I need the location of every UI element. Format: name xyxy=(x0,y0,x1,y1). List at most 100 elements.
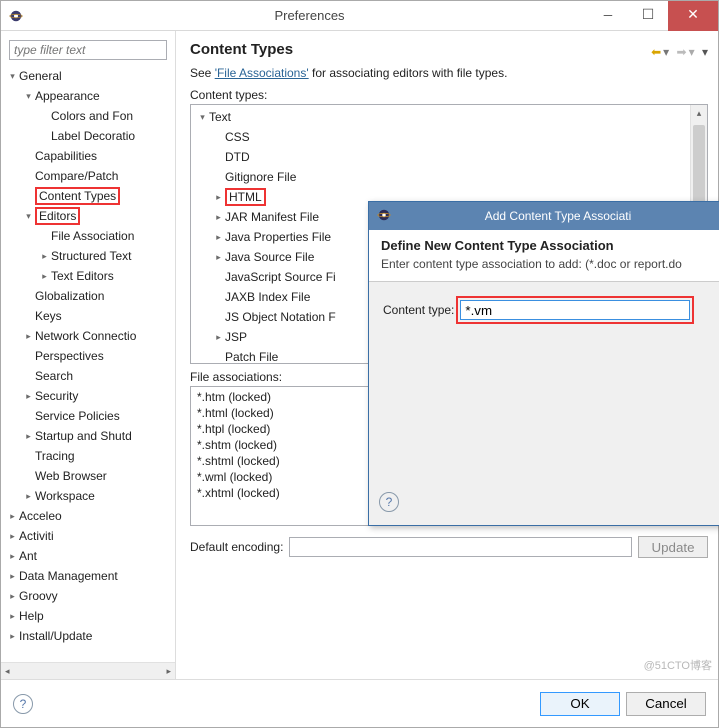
tree-item-label: Service Policies xyxy=(35,409,120,423)
chevron-right-icon[interactable]: ▸ xyxy=(213,332,224,343)
chevron-right-icon[interactable]: ▸ xyxy=(7,611,18,622)
tree-item[interactable]: Label Decoratio xyxy=(1,126,175,146)
tree-item-label: Data Management xyxy=(19,569,118,583)
h-scrollbar[interactable]: ◂▸ xyxy=(1,662,175,679)
watermark: @51CTO博客 xyxy=(644,657,712,673)
update-button[interactable]: Update xyxy=(638,536,708,558)
tree-item[interactable]: ▾Appearance xyxy=(1,86,175,106)
tree-item-label: Ant xyxy=(19,549,37,563)
tree-item[interactable]: ▾General xyxy=(1,66,175,86)
tree-item[interactable]: ▸Workspace xyxy=(1,486,175,506)
preferences-window: Preferences — ☐ ✕ ▾General▾AppearanceCol… xyxy=(0,0,719,728)
tree-item[interactable]: ▸Data Management xyxy=(1,566,175,586)
tree-item[interactable]: Colors and Fon xyxy=(1,106,175,126)
chevron-right-icon[interactable]: ▸ xyxy=(7,531,18,542)
filter-input[interactable] xyxy=(9,40,167,60)
tree-item[interactable]: ▸Groovy xyxy=(1,586,175,606)
tree-item[interactable]: ▸Install/Update xyxy=(1,626,175,646)
chevron-right-icon[interactable]: ▸ xyxy=(7,571,18,582)
content-type-label: Content type: xyxy=(383,303,454,317)
tree-item[interactable]: ▸Help xyxy=(1,606,175,626)
tree-item[interactable]: File Association xyxy=(1,226,175,246)
chevron-right-icon[interactable]: ▸ xyxy=(39,271,50,282)
chevron-right-icon[interactable]: ▸ xyxy=(39,251,50,262)
chevron-right-icon[interactable]: ▸ xyxy=(213,252,224,263)
tree-item[interactable]: ▸Network Connectio xyxy=(1,326,175,346)
chevron-down-icon[interactable]: ▾ xyxy=(23,91,34,102)
tree-item-label: DTD xyxy=(225,150,250,164)
tree-item-label: Text xyxy=(209,110,231,124)
tree-item[interactable]: ▾Text xyxy=(193,107,705,127)
category-tree[interactable]: ▾General▾AppearanceColors and FonLabel D… xyxy=(1,64,175,662)
tree-item-label: Security xyxy=(35,389,78,403)
chevron-right-icon[interactable]: ▸ xyxy=(213,192,224,203)
chevron-right-icon[interactable]: ▸ xyxy=(23,391,34,402)
tree-item[interactable]: ▸Security xyxy=(1,386,175,406)
spacer-icon xyxy=(213,152,224,163)
tree-item[interactable]: ▸Text Editors xyxy=(1,266,175,286)
spacer-icon xyxy=(23,351,34,362)
encoding-input[interactable] xyxy=(289,537,632,557)
chevron-right-icon[interactable]: ▸ xyxy=(7,511,18,522)
tree-item[interactable]: Web Browser xyxy=(1,466,175,486)
tree-item[interactable]: Keys xyxy=(1,306,175,326)
tree-item[interactable]: ▸Structured Text xyxy=(1,246,175,266)
tree-item[interactable]: DTD xyxy=(193,147,705,167)
tree-item-label: Keys xyxy=(35,309,62,323)
tree-item-label: JS Object Notation F xyxy=(225,310,336,324)
cancel-button[interactable]: Cancel xyxy=(626,692,706,716)
dialog-header: Define New Content Type Association Ente… xyxy=(369,230,719,282)
tree-item-label: General xyxy=(19,69,62,83)
tree-item[interactable]: Compare/Patch xyxy=(1,166,175,186)
content-type-input[interactable] xyxy=(460,300,690,320)
chevron-right-icon[interactable]: ▸ xyxy=(7,591,18,602)
tree-item[interactable]: Gitignore File xyxy=(193,167,705,187)
eclipse-icon xyxy=(377,208,391,225)
chevron-down-icon[interactable]: ▾ xyxy=(7,71,18,82)
tree-item[interactable]: CSS xyxy=(193,127,705,147)
tree-item[interactable]: ▸Activiti xyxy=(1,526,175,546)
tree-item[interactable]: Search xyxy=(1,366,175,386)
chevron-down-icon[interactable]: ▾ xyxy=(197,112,208,123)
maximize-button[interactable]: ☐ xyxy=(628,1,668,31)
nav-arrows: ⬅▾ ➡▾ ▾ xyxy=(651,45,708,59)
ok-button[interactable]: OK xyxy=(540,692,620,716)
chevron-right-icon[interactable]: ▸ xyxy=(213,232,224,243)
tree-item[interactable]: Service Policies xyxy=(1,406,175,426)
tree-item-label: Label Decoratio xyxy=(51,129,135,143)
menu-icon[interactable]: ▾ xyxy=(702,45,708,59)
dialog-help-icon[interactable]: ? xyxy=(379,492,399,512)
tree-item-label: Workspace xyxy=(35,489,95,503)
tree-item[interactable]: Content Types xyxy=(1,186,175,206)
tree-item-label: Network Connectio xyxy=(35,329,136,343)
tree-item[interactable]: Tracing xyxy=(1,446,175,466)
chevron-right-icon[interactable]: ▸ xyxy=(23,491,34,502)
window-title: Preferences xyxy=(31,8,588,23)
chevron-right-icon[interactable]: ▸ xyxy=(7,551,18,562)
chevron-down-icon[interactable]: ▾ xyxy=(23,211,34,222)
left-pane: ▾General▾AppearanceColors and FonLabel D… xyxy=(1,31,176,679)
chevron-right-icon[interactable]: ▸ xyxy=(23,331,34,342)
help-icon[interactable]: ? xyxy=(13,694,33,714)
tree-item[interactable]: ▸Ant xyxy=(1,546,175,566)
tree-item-label: Java Source File xyxy=(225,250,314,264)
back-icon[interactable]: ⬅ xyxy=(651,45,661,59)
tree-item-label: JAXB Index File xyxy=(225,290,310,304)
tree-item[interactable]: ▾Editors xyxy=(1,206,175,226)
spacer-icon xyxy=(23,411,34,422)
tree-item[interactable]: Globalization xyxy=(1,286,175,306)
forward-icon[interactable]: ➡ xyxy=(677,45,687,59)
tree-item-label: Acceleo xyxy=(19,509,62,523)
file-associations-link[interactable]: 'File Associations' xyxy=(215,66,309,80)
close-button[interactable]: ✕ xyxy=(668,1,718,31)
chevron-right-icon[interactable]: ▸ xyxy=(7,631,18,642)
tree-item[interactable]: Perspectives xyxy=(1,346,175,366)
chevron-right-icon[interactable]: ▸ xyxy=(213,212,224,223)
spacer-icon xyxy=(213,292,224,303)
chevron-right-icon[interactable]: ▸ xyxy=(23,431,34,442)
tree-item[interactable]: Capabilities xyxy=(1,146,175,166)
tree-item[interactable]: ▸Startup and Shutd xyxy=(1,426,175,446)
tree-item[interactable]: ▸Acceleo xyxy=(1,506,175,526)
minimize-button[interactable]: — xyxy=(588,1,628,31)
spacer-icon xyxy=(23,311,34,322)
